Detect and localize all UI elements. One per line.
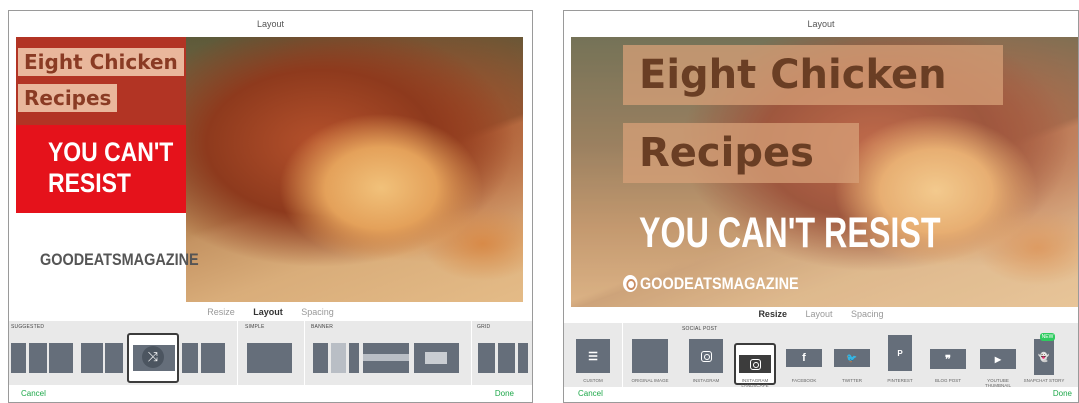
tab-resize[interactable]: Resize bbox=[207, 305, 235, 319]
instagram-icon bbox=[700, 350, 712, 362]
layout-thumb[interactable] bbox=[81, 343, 103, 373]
brand-label: GOODEATSMAGAZINE bbox=[640, 274, 799, 293]
pinterest-icon: P bbox=[897, 348, 903, 358]
tagline-text: YOU CAN'T RESIST bbox=[639, 209, 941, 257]
tile-label: YOUTUBE THUMBNAIL bbox=[984, 378, 1011, 388]
layout-panel-left: Layout Eight Chicken Recipes YOU CAN'T R… bbox=[8, 10, 533, 403]
layout-thumb[interactable] bbox=[105, 343, 123, 373]
mode-tabs: Resize Layout Spacing bbox=[564, 307, 1078, 321]
design-canvas[interactable]: Eight Chicken Recipes YOU CAN'T RESIST G… bbox=[571, 37, 1078, 307]
instagram-tile[interactable] bbox=[689, 339, 723, 373]
layout-thumb-grid[interactable] bbox=[518, 343, 528, 373]
tagline-text: YOU CAN'T RESIST bbox=[48, 137, 173, 199]
quote-icon: ❞ bbox=[945, 353, 951, 366]
divider bbox=[622, 323, 623, 387]
snapchat-story-tile[interactable]: 👻 bbox=[1034, 339, 1054, 375]
layout-thumb-simple[interactable] bbox=[247, 343, 292, 373]
youtube-icon: ▶ bbox=[994, 354, 1002, 364]
blog-post-tile[interactable]: ❞ bbox=[930, 349, 966, 369]
layout-thumb-grid[interactable] bbox=[498, 343, 515, 373]
shuffle-icon[interactable]: ⤨ bbox=[142, 346, 164, 368]
tile-label: ORIGINAL IMAGE bbox=[631, 378, 669, 383]
instagram-icon bbox=[623, 275, 638, 292]
layout-options-strip[interactable]: SUGGESTED SIMPLE BANNER GRID ⤨ bbox=[9, 321, 532, 385]
done-button[interactable]: Done bbox=[495, 389, 514, 398]
section-label-social-post: SOCIAL POST bbox=[682, 326, 718, 332]
layout-thumb-grid[interactable] bbox=[478, 343, 495, 373]
facebook-icon: f bbox=[802, 352, 806, 364]
tile-label: CUSTOM bbox=[583, 378, 603, 383]
tab-spacing[interactable]: Spacing bbox=[851, 307, 884, 321]
done-button[interactable]: Done bbox=[1053, 389, 1072, 398]
youtube-thumbnail-tile[interactable]: ▶ bbox=[980, 349, 1016, 369]
tab-layout[interactable]: Layout bbox=[253, 305, 283, 319]
headline-line-1: Eight Chicken bbox=[623, 45, 1003, 105]
headline-line-1: Eight Chicken bbox=[18, 48, 184, 76]
cancel-button[interactable]: Cancel bbox=[578, 389, 603, 398]
layout-thumb-banner[interactable] bbox=[349, 343, 359, 373]
headline-line-2: Recipes bbox=[623, 123, 859, 183]
tile-label: PINTEREST bbox=[887, 378, 913, 383]
snapchat-icon: 👻 bbox=[1038, 351, 1050, 362]
divider bbox=[471, 321, 472, 385]
cancel-button[interactable]: Cancel bbox=[21, 389, 46, 398]
instagram-landscape-preview bbox=[739, 355, 771, 373]
mode-tabs: Resize Layout Spacing bbox=[9, 305, 532, 319]
banner-box bbox=[425, 352, 447, 364]
layout-thumb[interactable] bbox=[49, 343, 73, 373]
design-canvas[interactable]: Eight Chicken Recipes YOU CAN'T RESIST G… bbox=[16, 37, 523, 302]
layout-thumb-banner[interactable] bbox=[363, 343, 409, 373]
layout-thumb-banner[interactable] bbox=[414, 343, 459, 373]
tab-layout[interactable]: Layout bbox=[805, 307, 832, 321]
banner-stripe bbox=[363, 343, 409, 354]
layout-thumb-banner[interactable] bbox=[331, 343, 346, 373]
layout-thumb-selected[interactable]: ⤨ bbox=[127, 333, 179, 383]
sliders-icon: ☰ bbox=[588, 350, 598, 363]
new-badge: NEW bbox=[1040, 333, 1055, 341]
section-label-simple: SIMPLE bbox=[245, 324, 265, 330]
layout-thumb-banner[interactable] bbox=[313, 343, 328, 373]
tagline-line-1: YOU CAN'T bbox=[48, 137, 174, 167]
tile-label: INSTAGRAM LANDSCAPE bbox=[741, 378, 769, 388]
tile-label: TWITTER bbox=[842, 378, 862, 383]
tile-label: INSTAGRAM bbox=[692, 378, 720, 383]
tile-label: BLOG POST bbox=[934, 378, 961, 383]
original-image-tile[interactable] bbox=[632, 339, 668, 373]
banner-stripe bbox=[363, 361, 409, 373]
twitter-tile[interactable]: 🐦 bbox=[834, 349, 870, 367]
tagline-line-2: RESIST bbox=[48, 168, 131, 198]
layout-panel-right: Layout Eight Chicken Recipes YOU CAN'T R… bbox=[563, 10, 1079, 403]
section-label-grid: GRID bbox=[477, 324, 491, 330]
twitter-icon: 🐦 bbox=[846, 352, 858, 363]
tile-label: SNAPCHAT STORY bbox=[1023, 378, 1065, 383]
layout-thumb[interactable] bbox=[182, 343, 198, 373]
panel-title: Layout bbox=[256, 19, 285, 29]
divider bbox=[237, 321, 238, 385]
section-label-banner: BANNER bbox=[311, 324, 334, 330]
instagram-icon bbox=[749, 358, 761, 370]
tile-label: FACEBOOK bbox=[791, 378, 817, 383]
divider bbox=[304, 321, 305, 385]
tab-resize[interactable]: Resize bbox=[758, 307, 787, 321]
tab-spacing[interactable]: Spacing bbox=[301, 305, 334, 319]
brand-text: GOODEATSMAGAZINE bbox=[40, 250, 199, 269]
resize-options-strip[interactable]: SOCIAL POST ☰ CUSTOM ORIGINAL IMAGE INST… bbox=[564, 323, 1078, 388]
panel-title: Layout bbox=[807, 19, 835, 29]
section-label-suggested: SUGGESTED bbox=[11, 324, 45, 330]
layout-thumb[interactable] bbox=[29, 343, 47, 373]
pinterest-tile[interactable]: P bbox=[888, 335, 912, 371]
layout-thumb[interactable] bbox=[201, 343, 225, 373]
headline-line-2: Recipes bbox=[18, 84, 118, 112]
layout-thumb[interactable] bbox=[11, 343, 26, 373]
brand-text: GOODEATSMAGAZINE bbox=[623, 274, 799, 294]
facebook-tile[interactable]: f bbox=[786, 349, 822, 367]
custom-size-tile[interactable]: ☰ bbox=[576, 339, 610, 373]
